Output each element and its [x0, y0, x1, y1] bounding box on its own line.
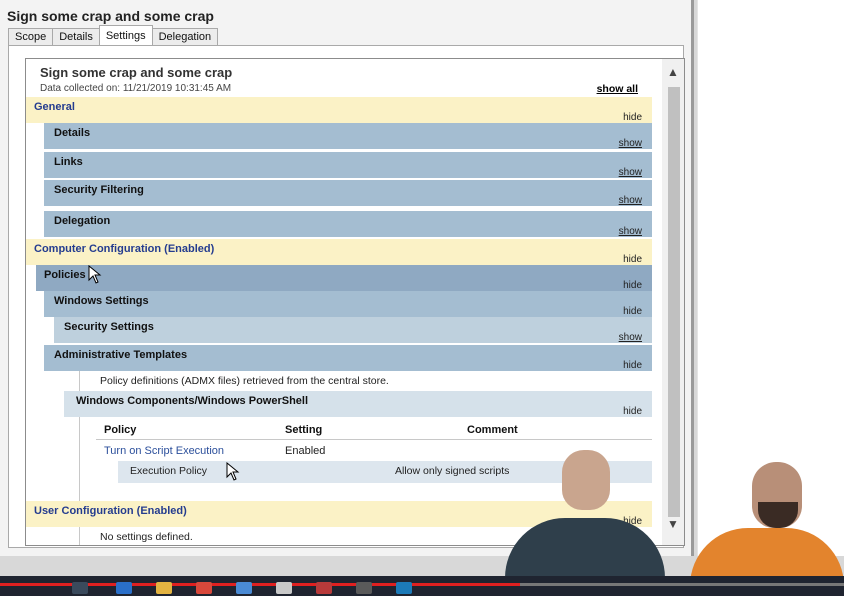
section-label: Computer Configuration (Enabled): [34, 243, 215, 255]
scroll-up-icon[interactable]: ▲: [667, 65, 679, 79]
hide-toggle[interactable]: hide: [623, 254, 642, 265]
show-toggle[interactable]: show: [619, 332, 642, 343]
section-label: Administrative Templates: [54, 349, 188, 361]
tab-settings[interactable]: Settings: [98, 25, 153, 45]
taskbar-app-icon[interactable]: [236, 582, 252, 594]
taskbar-app-icon[interactable]: [276, 582, 292, 594]
section-label: Policies: [44, 269, 86, 281]
taskbar-app-icon[interactable]: [316, 582, 332, 594]
policy-name-link[interactable]: Turn on Script Execution: [104, 445, 224, 457]
mouse-cursor-icon: [88, 265, 102, 284]
taskbar-app-icon[interactable]: [396, 582, 412, 594]
section-label: General: [34, 101, 75, 113]
tab-details[interactable]: Details: [52, 28, 100, 45]
taskbar-app-icon[interactable]: [156, 582, 172, 594]
taskbar-app-icon[interactable]: [196, 582, 212, 594]
section-label: Details: [54, 127, 91, 139]
mouse-cursor-icon: [226, 462, 240, 481]
hide-toggle[interactable]: hide: [623, 112, 642, 123]
tab-scope[interactable]: Scope: [8, 28, 54, 45]
sub-setting-label: Execution Policy: [130, 465, 208, 477]
section-windows-powershell[interactable]: Windows Components/Windows PowerShell hi…: [64, 391, 652, 417]
report-title: Sign some crap and some crap: [40, 65, 233, 80]
scroll-down-icon[interactable]: ▼: [667, 517, 679, 531]
window-title: Sign some crap and some crap: [7, 8, 214, 24]
taskbar-app-icon[interactable]: [116, 582, 132, 594]
column-header-setting: Setting: [285, 424, 323, 436]
show-toggle[interactable]: show: [619, 138, 642, 149]
section-general[interactable]: General hide: [26, 97, 652, 123]
section-label: Delegation: [54, 215, 111, 227]
section-delegation[interactable]: Delegation show: [44, 211, 652, 237]
section-label: Links: [54, 156, 83, 168]
video-progress-remaining[interactable]: [520, 583, 844, 586]
section-links[interactable]: Links show: [44, 152, 652, 178]
show-toggle[interactable]: show: [619, 195, 642, 206]
section-computer-configuration[interactable]: Computer Configuration (Enabled) hide: [26, 239, 652, 265]
table-header-divider: [96, 439, 652, 440]
tab-delegation[interactable]: Delegation: [151, 28, 219, 45]
taskbar-app-icon[interactable]: [356, 582, 372, 594]
admx-note: Policy definitions (ADMX files) retrieve…: [100, 375, 389, 387]
show-all-link[interactable]: show all: [597, 83, 638, 95]
section-security-settings[interactable]: Security Settings show: [54, 317, 652, 343]
presenter-left: [505, 448, 665, 596]
hide-toggle[interactable]: hide: [623, 360, 642, 371]
hide-toggle[interactable]: hide: [623, 406, 642, 417]
tab-strip: Scope Details Settings Delegation: [8, 25, 219, 45]
section-label: Windows Components/Windows PowerShell: [76, 395, 309, 407]
column-header-comment: Comment: [467, 424, 518, 436]
section-label: Windows Settings: [54, 295, 149, 307]
report-date: Data collected on: 11/21/2019 10:31:45 A…: [40, 83, 232, 94]
show-toggle[interactable]: show: [619, 226, 642, 237]
section-details[interactable]: Details show: [44, 123, 652, 149]
sub-setting-value: Allow only signed scripts: [395, 465, 510, 477]
show-toggle[interactable]: show: [619, 167, 642, 178]
section-policies[interactable]: Policies hide: [36, 265, 652, 291]
column-header-policy: Policy: [104, 424, 137, 436]
scrollbar-thumb[interactable]: [668, 87, 680, 517]
no-settings-text: No settings defined.: [100, 531, 193, 543]
section-security-filtering[interactable]: Security Filtering show: [44, 180, 652, 206]
policy-setting-value: Enabled: [285, 445, 326, 457]
hide-toggle[interactable]: hide: [623, 306, 642, 317]
report-scrollbar[interactable]: ▲ ▼: [662, 59, 684, 545]
hide-toggle[interactable]: hide: [623, 280, 642, 291]
section-windows-settings[interactable]: Windows Settings hide: [44, 291, 652, 317]
section-label: Security Filtering: [54, 184, 144, 196]
report-header: Sign some crap and some crap Data collec…: [26, 59, 652, 97]
section-label: Security Settings: [64, 321, 154, 333]
section-administrative-templates[interactable]: Administrative Templates hide: [44, 345, 652, 371]
section-label: User Configuration (Enabled): [34, 505, 187, 517]
taskbar-app-icon[interactable]: [72, 582, 88, 594]
